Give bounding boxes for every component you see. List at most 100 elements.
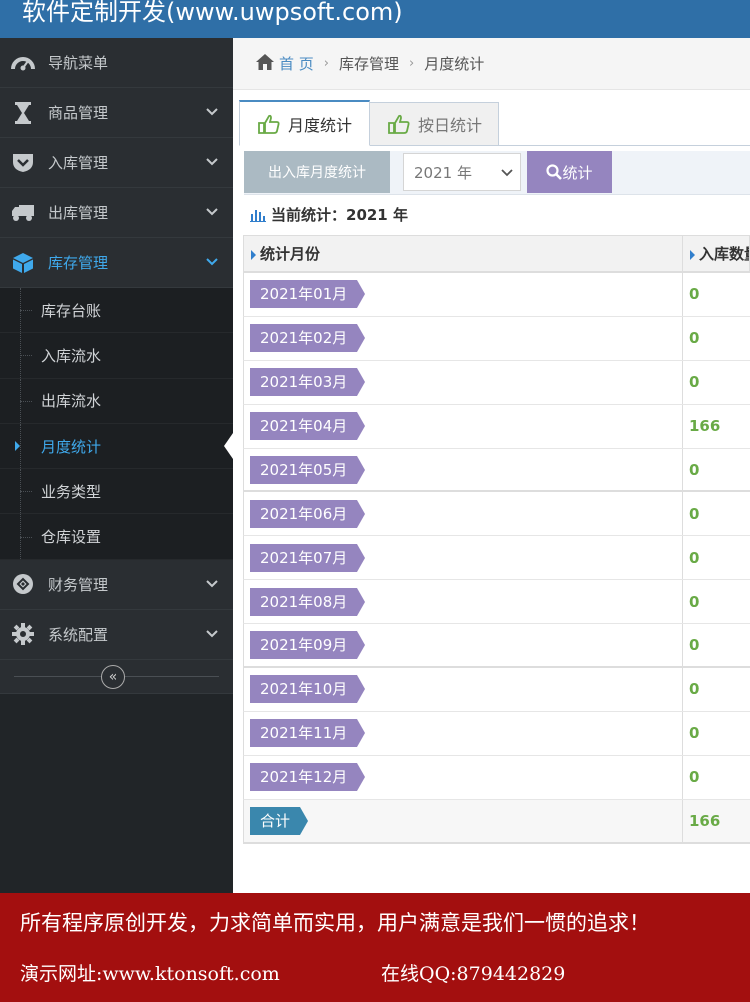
table-row: 2021年02月 0 [243,316,750,361]
sidebar-subitem-warehouse-settings[interactable]: 仓库设置 [0,514,233,560]
chevron-down-icon [206,158,218,166]
footer-slogan: 所有程序原创开发，力求简单而实用，用户满意是我们一惯的追求！ [20,911,650,935]
in-qty-value: 166 [689,417,721,436]
tab-bar: 月度统计 按日统计 [239,100,750,146]
sidebar-item-system-config[interactable]: 系统配置 [0,609,233,660]
main-content: 首 页 › 库存管理 › 月度统计 月度统计 按日统计 出入库月度统计 2021… [233,38,750,893]
search-icon [546,164,563,180]
year-select-value: 2021 年 [414,163,472,182]
banner-title: 软件定制开发(www.uwpsoft.com) [22,0,403,26]
in-qty-value: 0 [689,592,700,611]
column-header-month[interactable]: 统计月份 [244,236,683,271]
subitem-label: 仓库设置 [41,528,102,547]
table-row: 2021年08月 0 [243,580,750,625]
footer-banner: 所有程序原创开发，力求简单而实用，用户满意是我们一惯的追求！ 演示网址:www.… [0,893,750,1002]
month-tag: 2021年10月 [250,675,366,704]
table-row: 2021年06月 0 [243,492,750,537]
tab-daily-stats[interactable]: 按日统计 [370,102,499,146]
caret-right-icon [15,440,20,451]
toolbar: 出入库月度统计 2021 年 统计 [244,151,750,195]
in-qty-value: 0 [689,460,700,479]
subitem-label: 入库流水 [41,346,102,365]
year-select[interactable]: 2021 年 [403,153,521,191]
in-qty-value: 0 [689,504,700,523]
breadcrumb-separator-icon: › [409,56,415,71]
sidebar-subitem-ledger[interactable]: 库存台账 [0,288,233,334]
month-tag: 2021年01月 [250,280,366,309]
truck-icon [10,200,36,226]
tab-label: 月度统计 [288,115,353,135]
table-row: 2021年03月 0 [243,360,750,405]
breadcrumb-level1[interactable]: 库存管理 [339,53,399,74]
in-qty-value: 0 [689,680,700,699]
table-row: 2021年01月 0 [243,273,750,317]
total-tag: 合计 [250,806,309,835]
chevron-down-icon [206,580,218,588]
subitem-label: 出库流水 [41,392,102,411]
current-stat-label: 当前统计：2021 年 [271,206,408,224]
sidebar-item-finance[interactable]: 财务管理 [0,559,233,610]
breadcrumb-level2: 月度统计 [424,55,485,73]
bar-chart-icon [250,208,266,222]
active-notch [224,432,233,459]
table-total-row: 合计 166 [243,799,750,844]
month-tag: 2021年03月 [250,368,366,397]
sidebar-item-stock-in[interactable]: 入库管理 [0,138,233,188]
in-qty-value: 0 [689,548,700,567]
total-in-qty: 166 [689,811,721,830]
tab-monthly-stats[interactable]: 月度统计 [239,100,370,146]
chevron-down-icon [206,630,218,638]
table-row: 2021年10月 0 [243,668,750,712]
inventory-submenu: 库存台账 入库流水 出库流水 月度统计 业务类型 仓库设置 [0,288,233,560]
cube-icon [10,250,36,276]
finance-icon [10,571,36,597]
sidebar-subitem-monthly-stats[interactable]: 月度统计 [0,423,233,470]
table-header: 统计月份 入库数量 [243,235,750,273]
stat-button-label: 统计 [562,163,593,182]
column-header-in-qty[interactable]: 入库数量 [683,236,749,271]
thumbs-up-icon [388,114,410,134]
sidebar-nav-header[interactable]: 导航菜单 [0,38,233,88]
breadcrumb-home-link[interactable]: 首 页 [279,53,314,74]
sidebar: 导航菜单 商品管理 入库管理 出库管理 库存管理 库存台账 入库流水 出库流水 … [0,38,233,893]
month-tag: 2021年07月 [250,543,366,572]
footer-site[interactable]: 演示网址:www.ktonsoft.com [20,959,280,986]
month-tag: 2021年12月 [250,763,366,792]
in-qty-value: 0 [689,724,700,743]
tab-label: 按日统计 [418,116,483,135]
shield-icon [10,150,36,176]
nav-header-label: 导航菜单 [48,54,109,72]
breadcrumb: 首 页 › 库存管理 › 月度统计 [233,38,750,90]
sidebar-collapse-bar: « [0,659,233,694]
sidebar-item-stock-out[interactable]: 出库管理 [0,188,233,238]
in-qty-value: 0 [689,373,700,392]
table-row: 2021年09月 0 [243,624,750,669]
subitem-label: 库存台账 [41,301,102,320]
sidebar-subitem-out-flow[interactable]: 出库流水 [0,378,233,424]
chevron-down-icon [206,108,218,116]
sidebar-item-inventory[interactable]: 库存管理 [0,238,233,288]
stat-button[interactable]: 统计 [527,151,612,193]
footer-qq: 在线QQ:879442829 [381,963,566,985]
sidebar-subitem-in-flow[interactable]: 入库流水 [0,333,233,379]
hourglass-icon [10,100,36,126]
sidebar-subitem-business-types[interactable]: 业务类型 [0,469,233,515]
collapse-sidebar-button[interactable]: « [101,664,125,689]
month-tag: 2021年04月 [250,412,366,441]
breadcrumb-separator-icon: › [323,56,329,71]
month-tag: 2021年02月 [250,324,366,353]
month-tag: 2021年08月 [250,587,366,616]
sidebar-item-products[interactable]: 商品管理 [0,88,233,138]
in-qty-value: 0 [689,768,700,787]
home-icon [255,53,275,75]
top-banner: 软件定制开发(www.uwpsoft.com) [0,0,750,38]
month-tag: 2021年11月 [250,719,366,748]
table-row: 2021年04月 166 [243,404,750,449]
in-qty-value: 0 [689,285,700,304]
table-row: 2021年11月 0 [243,711,750,756]
table-row: 2021年12月 0 [243,755,750,800]
table-row: 2021年05月 0 [243,448,750,493]
monthly-stats-title-button[interactable]: 出入库月度统计 [244,151,390,193]
table-row: 2021年07月 0 [243,536,750,581]
chevron-down-icon [206,258,218,266]
